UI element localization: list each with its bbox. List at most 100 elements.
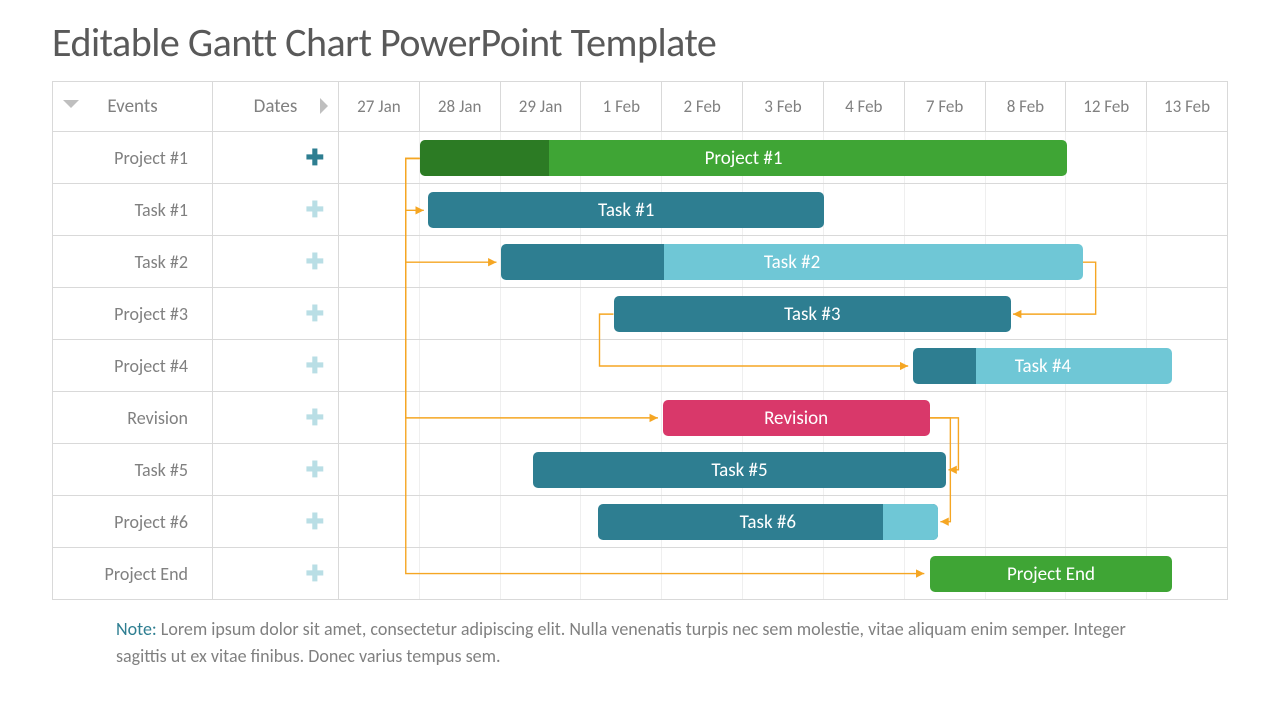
header-dates-label: Dates <box>254 95 298 118</box>
row-expand[interactable]: ✚ <box>213 340 339 391</box>
header-date-col: 3 Feb <box>743 82 824 131</box>
timeline-cell <box>905 132 986 183</box>
row-expand[interactable]: ✚ <box>213 288 339 339</box>
plus-icon: ✚ <box>306 407 324 429</box>
row-expand[interactable]: ✚ <box>213 496 339 547</box>
timeline-cell <box>581 184 662 235</box>
row-expand[interactable]: ✚ <box>213 132 339 183</box>
header-date-col: 27 Jan <box>339 82 420 131</box>
timeline-cell <box>501 392 582 443</box>
gantt-row: Project #1✚ <box>53 132 1227 184</box>
row-label: Project End <box>53 548 213 599</box>
row-label: Revision <box>53 392 213 443</box>
chevron-down-icon <box>63 100 79 108</box>
timeline-cell <box>824 340 905 391</box>
note-label: Note: <box>116 618 157 640</box>
timeline-cell <box>662 548 743 599</box>
timeline-cell <box>743 340 824 391</box>
timeline-cell <box>743 392 824 443</box>
timeline-cell <box>581 236 662 287</box>
gantt-row: Project #6✚ <box>53 496 1227 548</box>
row-label: Project #4 <box>53 340 213 391</box>
timeline-cell <box>339 236 420 287</box>
timeline-cell <box>581 288 662 339</box>
row-timeline <box>339 288 1227 339</box>
header-date-col: 2 Feb <box>662 82 743 131</box>
gantt-row: Task #1✚ <box>53 184 1227 236</box>
timeline-cell <box>339 444 420 495</box>
row-expand[interactable]: ✚ <box>213 392 339 443</box>
timeline-cell <box>339 496 420 547</box>
header-dates[interactable]: Dates <box>213 82 339 131</box>
timeline-cell <box>824 496 905 547</box>
timeline-cell <box>986 496 1067 547</box>
header-date-col: 7 Feb <box>905 82 986 131</box>
timeline-cell <box>662 236 743 287</box>
timeline-cell <box>420 184 501 235</box>
header-events[interactable]: Events <box>53 82 213 131</box>
timeline-cell <box>1066 444 1147 495</box>
header-date-col: 28 Jan <box>420 82 501 131</box>
timeline-cell <box>581 392 662 443</box>
timeline-cell <box>501 340 582 391</box>
timeline-cell <box>905 340 986 391</box>
timeline-cell <box>581 340 662 391</box>
slide-note: Note: Lorem ipsum dolor sit amet, consec… <box>52 616 1228 670</box>
timeline-cell <box>581 548 662 599</box>
plus-icon: ✚ <box>306 511 324 533</box>
header-date-col: 4 Feb <box>824 82 905 131</box>
gantt-row: Revision ✚ <box>53 392 1227 444</box>
row-label: Project #1 <box>53 132 213 183</box>
timeline-cell <box>662 288 743 339</box>
row-timeline <box>339 184 1227 235</box>
row-expand[interactable]: ✚ <box>213 236 339 287</box>
timeline-cell <box>1066 288 1147 339</box>
plus-icon: ✚ <box>306 303 324 325</box>
timeline-cell <box>581 132 662 183</box>
timeline-cell <box>824 288 905 339</box>
row-timeline <box>339 392 1227 443</box>
timeline-cell <box>986 548 1067 599</box>
timeline-cell <box>905 236 986 287</box>
timeline-cell <box>1147 340 1227 391</box>
timeline-cell <box>1066 496 1147 547</box>
timeline-cell <box>501 236 582 287</box>
timeline-cell <box>743 236 824 287</box>
timeline-cell <box>501 288 582 339</box>
timeline-cell <box>905 444 986 495</box>
timeline-cell <box>986 392 1067 443</box>
row-label: Task #2 <box>53 236 213 287</box>
timeline-cell <box>905 392 986 443</box>
slide: Editable Gantt Chart PowerPoint Template… <box>0 0 1280 720</box>
timeline-cell <box>662 444 743 495</box>
row-expand[interactable]: ✚ <box>213 184 339 235</box>
plus-icon: ✚ <box>306 355 324 377</box>
timeline-cell <box>420 444 501 495</box>
timeline-cell <box>339 132 420 183</box>
chevron-right-icon <box>320 98 328 114</box>
timeline-cell <box>1066 236 1147 287</box>
timeline-cell <box>824 236 905 287</box>
slide-title: Editable Gantt Chart PowerPoint Template <box>52 18 1228 67</box>
timeline-cell <box>339 184 420 235</box>
timeline-cell <box>905 184 986 235</box>
row-expand[interactable]: ✚ <box>213 548 339 599</box>
timeline-cell <box>905 496 986 547</box>
timeline-cell <box>743 184 824 235</box>
gantt-chart: Events Dates 27 Jan28 Jan29 Jan1 Feb2 Fe… <box>52 81 1228 600</box>
timeline-cell <box>824 132 905 183</box>
timeline-cell <box>1066 340 1147 391</box>
row-timeline <box>339 340 1227 391</box>
timeline-cell <box>662 392 743 443</box>
row-timeline <box>339 444 1227 495</box>
timeline-cell <box>824 184 905 235</box>
header-events-label: Events <box>107 95 157 118</box>
timeline-cell <box>743 132 824 183</box>
row-timeline <box>339 496 1227 547</box>
timeline-cell <box>905 548 986 599</box>
timeline-cell <box>420 288 501 339</box>
timeline-cell <box>743 444 824 495</box>
plus-icon: ✚ <box>306 563 324 585</box>
gantt-row: Task #2✚ <box>53 236 1227 288</box>
row-expand[interactable]: ✚ <box>213 444 339 495</box>
